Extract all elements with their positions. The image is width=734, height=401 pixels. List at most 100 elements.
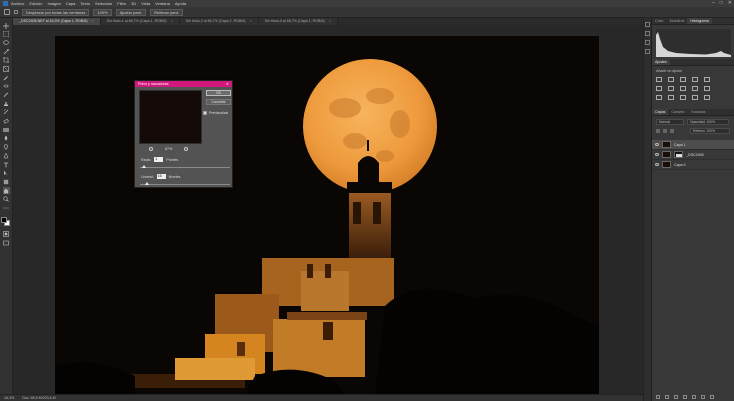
zoom-tool-icon[interactable] (3, 196, 10, 203)
scroll-all-windows-button[interactable]: Desplazar por todas las ventanas (22, 8, 90, 16)
zoom-in-icon[interactable] (184, 147, 189, 151)
shape-tool-icon[interactable] (3, 178, 10, 185)
menu-ayuda[interactable]: Ayuda (175, 0, 186, 7)
properties-panel-icon[interactable] (645, 31, 650, 36)
menu-seleccion[interactable]: Selección (95, 0, 112, 7)
threshold-slider-knob[interactable] (145, 182, 150, 185)
lock-position-icon[interactable] (670, 129, 674, 133)
brightness-contrast-icon[interactable] (656, 77, 662, 82)
quick-mask-icon[interactable] (3, 230, 10, 237)
brush-tool-icon[interactable] (3, 92, 10, 99)
dialog-close-icon[interactable]: ✕ (226, 82, 229, 86)
photoshop-logo-icon[interactable] (3, 1, 8, 6)
radius-slider-knob[interactable] (141, 165, 146, 168)
menu-edicion[interactable]: Edición (29, 0, 42, 7)
lasso-tool-icon[interactable] (3, 39, 10, 46)
dodge-tool-icon[interactable] (3, 144, 10, 151)
minimize-icon[interactable]: – (712, 0, 715, 7)
preview-checkbox[interactable] (203, 111, 207, 115)
menu-filtro[interactable]: Filtro (117, 0, 126, 7)
path-selection-tool-icon[interactable] (3, 170, 10, 177)
close-icon[interactable]: ✕ (728, 0, 732, 7)
threshold-icon[interactable] (680, 95, 686, 100)
threshold-slider[interactable] (140, 182, 230, 185)
link-layers-icon[interactable] (656, 395, 660, 399)
info-panel-icon[interactable] (645, 40, 650, 45)
invert-icon[interactable] (656, 95, 662, 100)
pen-tool-icon[interactable] (3, 152, 10, 159)
eyedropper-tool-icon[interactable] (3, 74, 10, 81)
layer-row[interactable]: Capa 0 (652, 160, 734, 170)
tab-document-2[interactable]: Sin título-1 al 66,7% (Capa 1, RGB/8) × (100, 18, 180, 25)
close-tab-icon[interactable]: × (329, 18, 331, 25)
dialog-title-bar[interactable]: Polvo y rascaduras ✕ (135, 81, 232, 87)
fx-icon[interactable] (665, 395, 669, 399)
ok-button[interactable]: OK (206, 90, 231, 96)
trash-icon[interactable] (710, 395, 714, 399)
cancel-button[interactable]: Cancelar (206, 99, 231, 105)
layer-mask-thumbnail[interactable] (674, 151, 683, 158)
brush-panel-icon[interactable] (645, 49, 650, 54)
channel-mixer-icon[interactable] (704, 86, 710, 91)
fill-screen-button[interactable]: Rellenar pant. (150, 8, 183, 16)
lock-pixels-icon[interactable] (663, 129, 667, 133)
eye-icon[interactable] (655, 163, 659, 166)
layer-row[interactable]: _DSC2405 (652, 150, 734, 160)
layer-row[interactable]: Capa 1 (652, 140, 734, 150)
tab-document-4[interactable]: Sin título-3 al 66,7% (Capa 1, RGB/8) × (258, 18, 338, 25)
tab-histogram[interactable]: Histograma (687, 18, 712, 24)
gradient-map-icon[interactable] (692, 95, 698, 100)
menu-ventana[interactable]: Ventana (155, 0, 170, 7)
preview-checkbox-row[interactable]: Previsualizar (203, 111, 228, 115)
menu-texto[interactable]: Texto (80, 0, 90, 7)
tab-document-1[interactable]: _DSC2405.NEF al 16,3% (Capa 1, RGB/8) × (13, 18, 101, 25)
eye-icon[interactable] (655, 143, 659, 146)
eraser-tool-icon[interactable] (3, 118, 10, 125)
radius-input[interactable]: 1 (154, 157, 164, 162)
black-white-icon[interactable] (680, 86, 686, 91)
marquee-tool-icon[interactable] (3, 31, 10, 38)
new-group-icon[interactable] (692, 395, 696, 399)
tab-paths[interactable]: Trazados (688, 109, 709, 115)
blur-tool-icon[interactable] (3, 135, 10, 142)
radius-slider[interactable] (140, 165, 230, 168)
close-tab-icon[interactable]: × (171, 18, 173, 25)
tab-channels[interactable]: Canales (668, 109, 687, 115)
more-tools-icon[interactable] (3, 204, 10, 211)
menu-imagen[interactable]: Imagen (47, 0, 60, 7)
history-brush-tool-icon[interactable] (3, 109, 10, 116)
zoom-100-button[interactable]: 100% (93, 8, 112, 16)
maximize-icon[interactable]: □ (720, 0, 723, 7)
quick-select-tool-icon[interactable] (3, 48, 10, 55)
crop-tool-icon[interactable] (3, 57, 10, 64)
new-adjustment-icon[interactable] (683, 395, 687, 399)
filter-preview[interactable] (139, 90, 202, 144)
tab-document-3[interactable]: Sin título-2 al 66,7% (Capa 2, RGB/8) × (179, 18, 259, 25)
scroll-all-checkbox[interactable] (14, 10, 18, 14)
selective-color-icon[interactable] (704, 95, 710, 100)
gradient-tool-icon[interactable] (3, 126, 10, 133)
eye-icon[interactable] (655, 153, 659, 156)
tab-swatches[interactable]: Muestras (667, 18, 688, 24)
status-zoom[interactable]: 16,3% (4, 396, 14, 400)
canvas-area[interactable] (13, 25, 643, 394)
color-swatches[interactable] (1, 217, 11, 227)
hand-tool-icon[interactable] (4, 9, 10, 15)
zoom-out-icon[interactable] (149, 147, 153, 151)
hue-saturation-icon[interactable] (656, 86, 662, 91)
menu-3d[interactable]: 3D (131, 0, 136, 7)
opacity-field[interactable]: Opacidad: 100% (687, 119, 729, 125)
tab-adjustments[interactable]: Ajustes (652, 59, 670, 65)
curves-icon[interactable] (680, 77, 686, 82)
type-tool-icon[interactable] (3, 161, 10, 168)
close-tab-icon[interactable]: × (250, 18, 252, 25)
menu-vista[interactable]: Vista (141, 0, 150, 7)
menu-archivo[interactable]: Archivo (11, 0, 24, 7)
posterize-icon[interactable] (668, 95, 674, 100)
new-layer-icon[interactable] (701, 395, 705, 399)
lock-icon[interactable] (656, 129, 660, 133)
fit-screen-button[interactable]: Ajustar pant. (115, 8, 147, 16)
color-balance-icon[interactable] (668, 86, 674, 91)
foreground-color-swatch[interactable] (1, 217, 7, 224)
clone-stamp-tool-icon[interactable] (3, 100, 10, 107)
